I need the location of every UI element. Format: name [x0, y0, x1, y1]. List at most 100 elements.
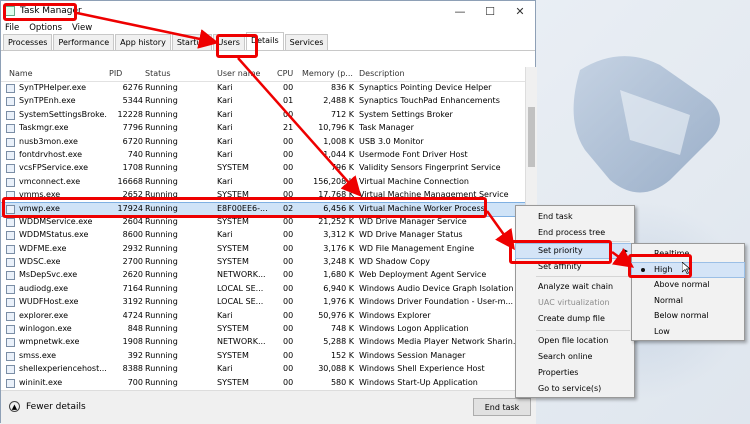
cell-user: Kari — [217, 136, 233, 146]
table-row[interactable]: WDSC.exe 2700 Running SYSTEM 00 3,248 K WD Sha… — [1, 256, 525, 269]
menu-item-properties[interactable]: Properties — [516, 366, 634, 380]
process-icon — [6, 137, 15, 147]
tab-services[interactable]: Services — [284, 34, 329, 50]
cell-description: Windows Explorer — [359, 310, 431, 320]
tab-app-history[interactable]: App history — [115, 34, 171, 50]
table-row[interactable]: explorer.exe 4724 Running Kari 00 50,976 K Win… — [1, 310, 525, 323]
menu-item-create-dump-file[interactable]: Create dump file — [516, 312, 634, 326]
cell-description: Web Deployment Agent Service — [359, 270, 487, 280]
cell-memory: 10,796 K — [318, 123, 354, 133]
table-row[interactable]: audiodg.exe 7164 Running LOCAL SE... 00 6,940… — [1, 283, 525, 296]
cell-description: WD File Management Engine — [359, 243, 475, 253]
column-header-cpu[interactable]: CPU — [277, 69, 293, 78]
priority-label: Normal — [654, 295, 683, 305]
cell-memory: 152 K — [330, 350, 354, 360]
column-header-pid[interactable]: PID — [109, 69, 122, 78]
menu-options[interactable]: Options — [29, 23, 62, 33]
highlight-details-tab — [216, 34, 258, 58]
column-header-status[interactable]: Status — [145, 69, 171, 78]
column-header-name[interactable]: Name — [9, 69, 33, 78]
table-row[interactable]: wininit.exe 700 Running SYSTEM 00 580 K Window… — [1, 377, 525, 390]
table-row[interactable]: WUDFHost.exe 3192 Running LOCAL SE... 00 1,97… — [1, 296, 525, 309]
tab-performance[interactable]: Performance — [53, 34, 115, 50]
table-row[interactable]: SynTPHelper.exe 6276 Running Kari 00 836 K Syn… — [1, 82, 525, 95]
column-header-user-name[interactable]: User name — [217, 69, 260, 78]
table-row[interactable]: smss.exe 392 Running SYSTEM 00 152 K Windows S… — [1, 350, 525, 363]
cell-memory: 3,248 K — [323, 257, 354, 267]
priority-below-normal[interactable]: Below normal — [632, 309, 744, 323]
fewer-details-link[interactable]: ▲ Fewer details — [9, 401, 86, 412]
tab-startup[interactable]: Startup — [171, 34, 212, 50]
cell-pid: 1908 — [122, 337, 143, 347]
maximize-icon[interactable]: ☐ — [475, 1, 505, 21]
minimize-icon[interactable]: — — [445, 1, 475, 21]
cell-name: explorer.exe — [19, 310, 69, 320]
cell-status: Running — [145, 230, 178, 240]
tab-processes[interactable]: Processes — [3, 34, 53, 50]
priority-above-normal[interactable]: Above normal — [632, 278, 744, 292]
cell-name: wmpnetwk.exe — [19, 337, 80, 347]
table-row[interactable]: winlogon.exe 848 Running SYSTEM 00 748 K Windo… — [1, 323, 525, 336]
menu-item-end-task[interactable]: End task — [516, 210, 634, 224]
cell-user: Kari — [217, 96, 233, 106]
cell-user: SYSTEM — [217, 257, 249, 267]
cell-cpu: 00 — [283, 324, 294, 334]
process-icon — [6, 84, 15, 93]
end-task-button[interactable]: End task — [473, 398, 531, 416]
menu-separator — [536, 330, 630, 331]
menu-item-label: End task — [538, 212, 573, 221]
cell-description: Windows Driver Foundation - User-m... — [359, 297, 514, 307]
menu-file[interactable]: File — [5, 23, 19, 33]
process-icon — [6, 365, 15, 375]
menu-item-analyze-wait-chain[interactable]: Analyze wait chain — [516, 280, 634, 294]
cell-name: WDDMStatus.exe — [19, 230, 89, 240]
priority-label: Above normal — [654, 280, 710, 289]
table-row[interactable]: nusb3mon.exe 6720 Running Kari 00 1,008 K USB … — [1, 136, 525, 149]
menu-item-label: Analyze wait chain — [538, 282, 614, 291]
process-icon — [6, 338, 15, 348]
cell-memory: 2,488 K — [323, 96, 354, 106]
cell-cpu: 00 — [283, 230, 294, 240]
column-header-description[interactable]: Description — [359, 69, 405, 78]
menu-view[interactable]: View — [72, 23, 92, 33]
table-row[interactable]: SystemSettingsBroke... 12228 Running Kari 00… — [1, 109, 525, 122]
cell-user: Kari — [217, 123, 233, 133]
table-row[interactable]: vcsFPService.exe 1708 Running SYSTEM 00 796 K… — [1, 162, 525, 175]
table-row[interactable]: SynTPEnh.exe 5344 Running Kari 01 2,488 K Syna… — [1, 95, 525, 108]
cell-user: SYSTEM — [217, 216, 249, 226]
process-icon — [6, 97, 15, 107]
menu-item-search-online[interactable]: Search online — [516, 350, 634, 364]
cell-name: vmconnect.exe — [19, 176, 81, 186]
table-row[interactable]: Taskmgr.exe 7796 Running Kari 21 10,796 K Task… — [1, 122, 525, 135]
cell-user: SYSTEM — [217, 324, 249, 334]
cell-user: Kari — [217, 149, 233, 159]
cell-pid: 740 — [127, 149, 143, 159]
menu-item-label: End process tree — [538, 228, 606, 237]
cell-user: SYSTEM — [217, 350, 249, 360]
menu-item-label: Search online — [538, 352, 593, 361]
cell-pid: 2932 — [122, 243, 143, 253]
priority-normal[interactable]: Normal — [632, 294, 744, 308]
table-row[interactable]: fontdrvhost.exe 740 Running Kari 00 1,044 K Us… — [1, 149, 525, 162]
cell-cpu: 00 — [283, 136, 294, 146]
scrollbar-thumb[interactable] — [528, 107, 535, 167]
table-row[interactable]: vmconnect.exe 16668 Running Kari 00 156,208 K… — [1, 176, 525, 189]
cell-description: WD Drive Manager Service — [359, 216, 467, 226]
cell-user: LOCAL SE... — [217, 297, 264, 307]
table-row[interactable]: shellexperiencehost.... 8388 Running Kari 00… — [1, 363, 525, 376]
cell-user: Kari — [217, 109, 233, 119]
cell-cpu: 00 — [283, 216, 294, 226]
menu-item-end-process-tree[interactable]: End process tree — [516, 226, 634, 240]
menu-item-go-to-service-s[interactable]: Go to service(s) — [516, 382, 634, 396]
table-row[interactable]: wmpnetwk.exe 1908 Running NETWORK... 00 5,288… — [1, 336, 525, 349]
cell-memory: 156,208 K — [313, 176, 354, 186]
column-header-memory[interactable]: Memory (p... — [302, 69, 353, 78]
table-row[interactable]: MsDepSvc.exe 2620 Running NETWORK... 00 1,680… — [1, 269, 525, 282]
priority-low[interactable]: Low — [632, 325, 744, 339]
table-row[interactable]: WDDMStatus.exe 8600 Running Kari 00 3,312 K WD… — [1, 229, 525, 242]
cell-status: Running — [145, 243, 178, 253]
table-row[interactable]: WDFME.exe 2932 Running SYSTEM 00 3,176 K WD Fi… — [1, 243, 525, 256]
cell-description: Usermode Font Driver Host — [359, 149, 468, 159]
menu-item-open-file-location[interactable]: Open file location — [516, 334, 634, 348]
close-icon[interactable]: ✕ — [505, 1, 535, 21]
